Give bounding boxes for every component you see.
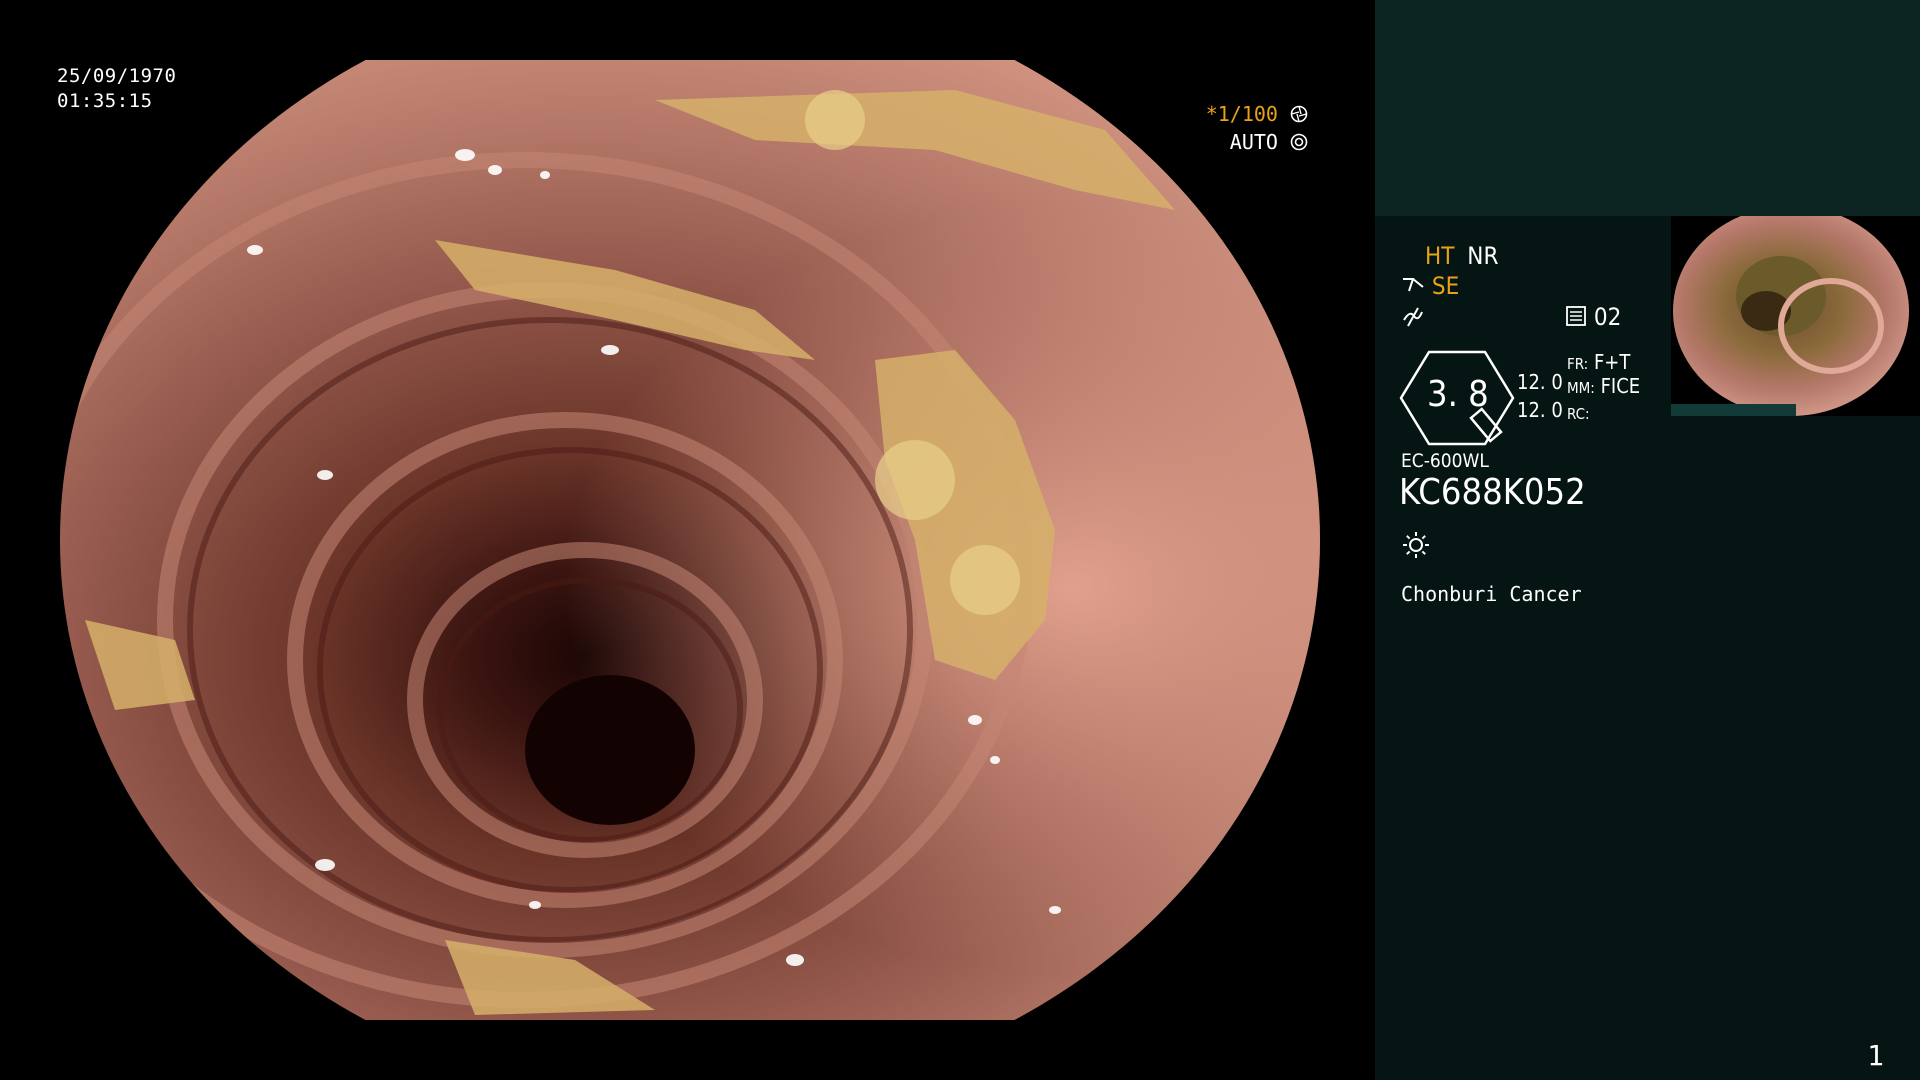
- mm-value: FICE: [1600, 374, 1641, 398]
- rc-label: RC:: [1567, 405, 1590, 423]
- nr-indicator: NR: [1467, 242, 1499, 270]
- value-bottom: 12. 0: [1517, 398, 1563, 422]
- shutter-overlay: *1/100 AUTO: [1206, 100, 1308, 156]
- light-icon: [1403, 532, 1429, 558]
- iris-mode: AUTO: [1229, 130, 1278, 154]
- institution-name: Chonburi Cancer: [1401, 582, 1582, 606]
- memory-icon: [1566, 306, 1586, 326]
- iris-icon: [1290, 133, 1308, 151]
- scope-serial: KC688K052: [1399, 472, 1586, 513]
- thumbnail-preview[interactable]: [1671, 216, 1920, 416]
- value-top: 12. 0: [1517, 370, 1563, 394]
- exam-date: 25/09/1970: [57, 65, 177, 87]
- datetime-overlay: 25/09/1970 01:35:15: [57, 64, 176, 114]
- panel-header: [1375, 0, 1920, 216]
- shutter-icon: [1290, 105, 1308, 123]
- ht-indicator: HT: [1425, 242, 1455, 270]
- exam-time: 01:35:15: [57, 90, 153, 112]
- se-indicator: SE: [1431, 272, 1460, 300]
- shutter-speed: *1/100: [1205, 102, 1278, 126]
- fr-label: FR:: [1567, 355, 1589, 373]
- wave-icon: [1403, 307, 1423, 327]
- gauge-value: 3. 8: [1427, 374, 1489, 415]
- fr-value: F+T: [1593, 350, 1631, 374]
- scope-model: EC-600WL: [1401, 450, 1489, 472]
- mm-label: MM:: [1567, 379, 1595, 397]
- memory-number: 02: [1593, 303, 1622, 331]
- thumbnail-image: [1671, 216, 1920, 416]
- page-number: 1: [1867, 1039, 1884, 1072]
- scissor-icon: [1403, 278, 1424, 292]
- endoscopic-image: [55, 60, 1325, 1020]
